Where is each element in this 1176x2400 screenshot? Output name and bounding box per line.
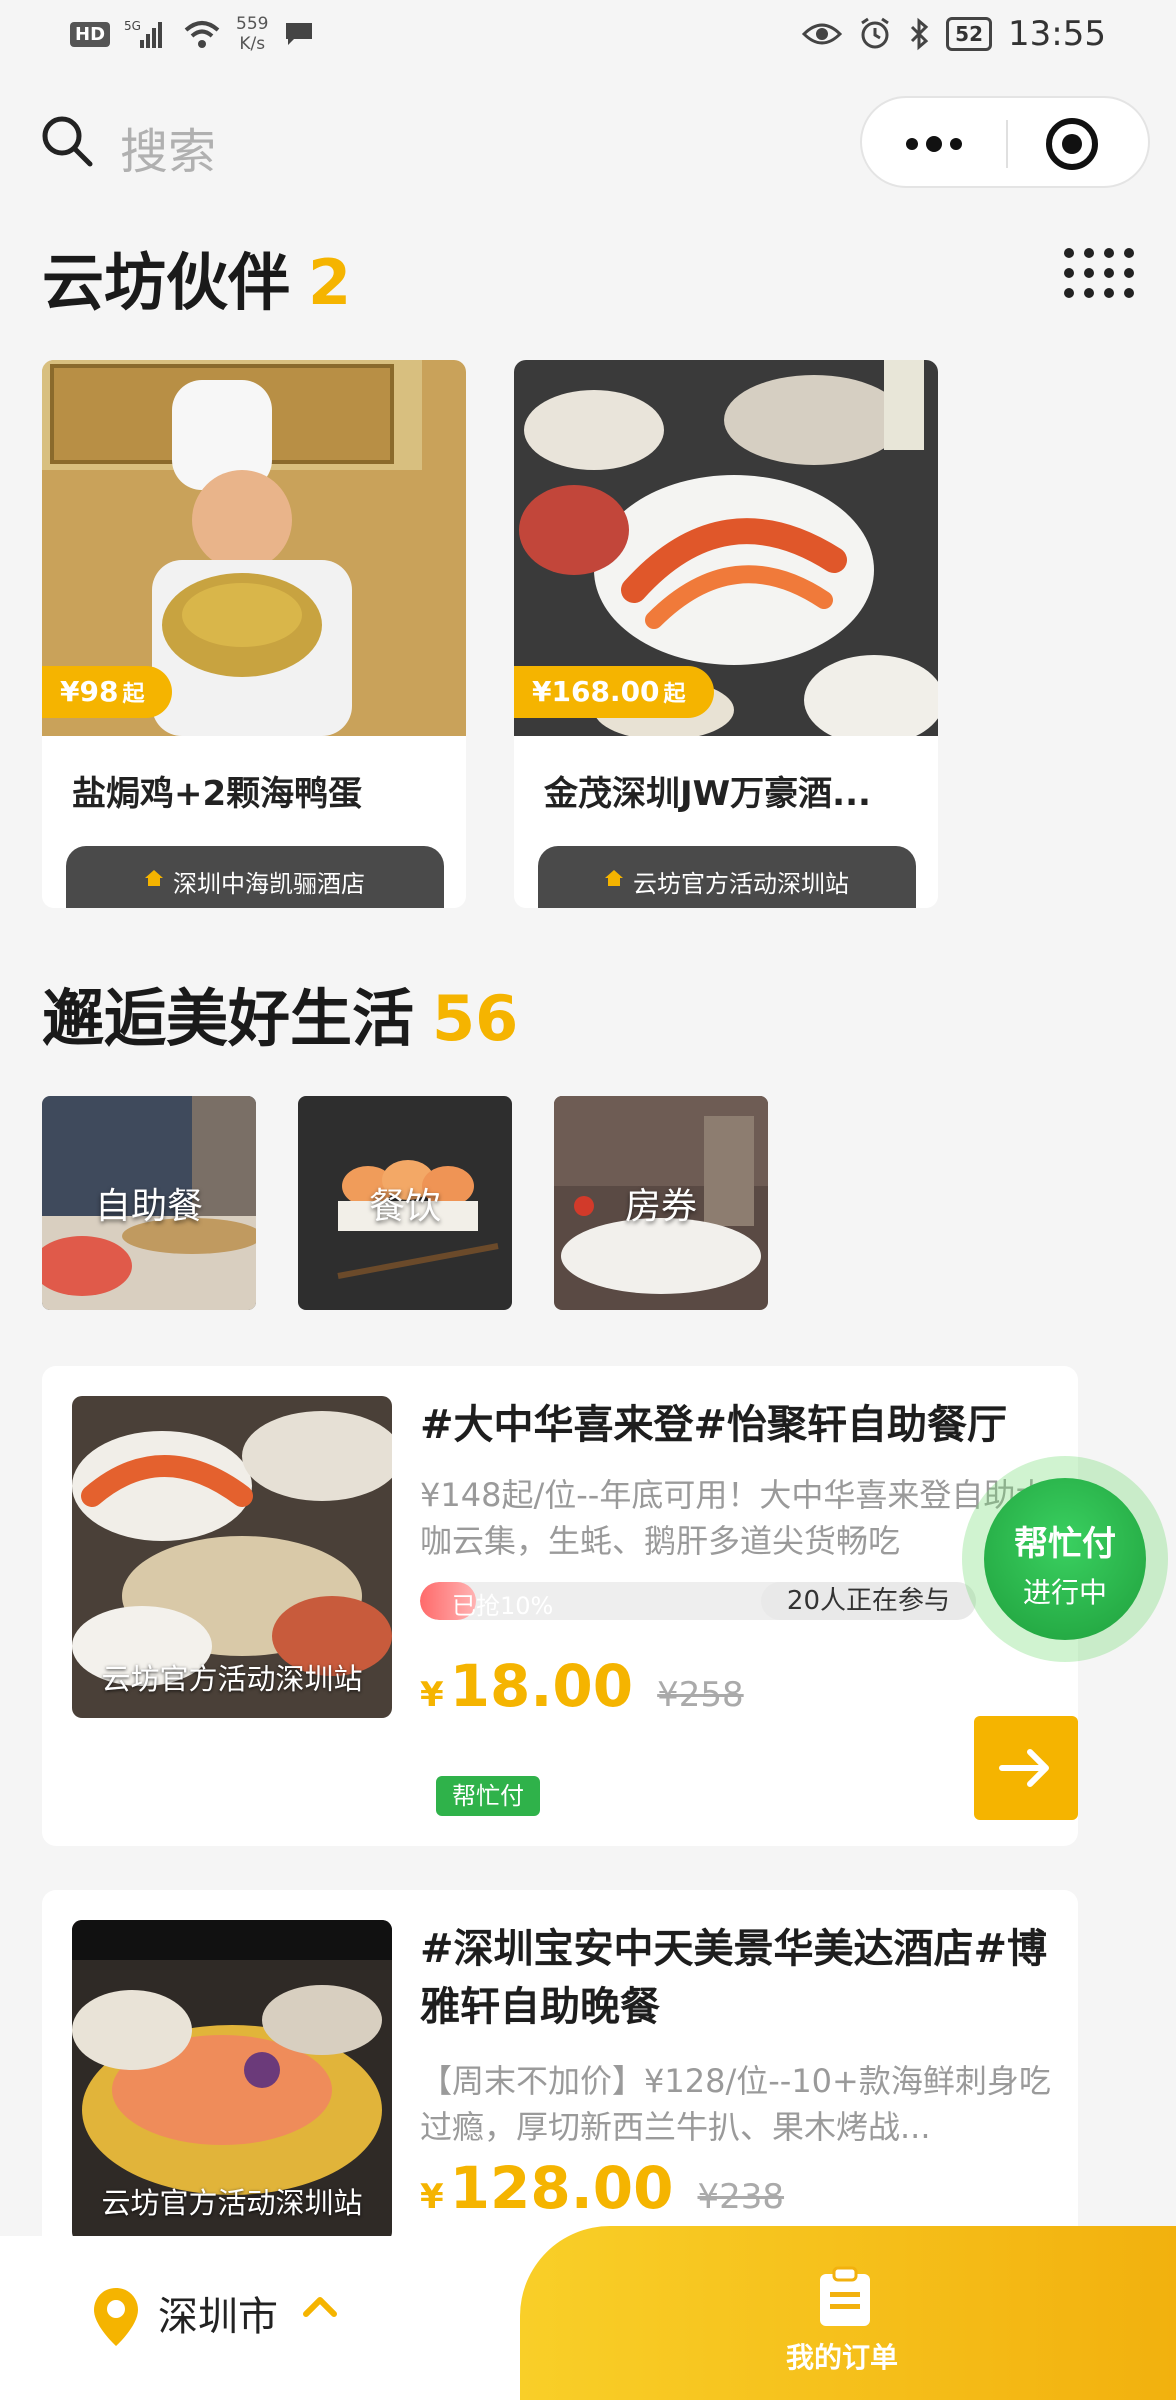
store-badge[interactable]: 深圳中海凯骊酒店 <box>66 846 444 908</box>
help-pay-inner: 帮忙付 进行中 <box>984 1478 1146 1640</box>
signal-icon: 5G <box>124 19 163 48</box>
category-tile[interactable]: 餐饮 <box>298 1096 512 1310</box>
price-suffix: 起 <box>122 682 145 707</box>
life-title-text: 邂逅美好生活 <box>42 982 415 1055</box>
currency-symbol: ¥ <box>420 1675 444 1715</box>
my-orders-button[interactable]: 我的订单 <box>520 2226 1176 2400</box>
current-price: ¥128.00 <box>420 2154 674 2222</box>
category-label: 房券 <box>624 1186 697 1227</box>
progress-bar: 已抢10% 20人正在参与 <box>420 1582 976 1620</box>
price-amount: 18.00 <box>449 1652 634 1720</box>
network-type: 5G <box>124 19 141 33</box>
deal-image-caption: 云坊官方活动深圳站 <box>101 1662 363 1696</box>
deal-title: #大中华喜来登#怡聚轩自助餐厅 <box>420 1402 1008 1448</box>
life-count: 56 <box>432 982 519 1055</box>
battery-indicator: 52 <box>946 17 993 51</box>
help-pay-tag: 帮忙付 <box>436 1776 540 1816</box>
arrow-right-icon <box>999 1749 1049 1787</box>
location-pin-icon <box>94 2288 138 2346</box>
clipboard-icon <box>820 2266 870 2326</box>
price-tag: ¥98 起 <box>42 666 173 718</box>
life-title: 邂逅美好生活 56 <box>42 968 518 1058</box>
clock: 13:55 <box>1008 14 1106 54</box>
city-selector[interactable]: 深圳市 <box>158 2284 278 2342</box>
deal-image-caption: 云坊官方活动深圳站 <box>101 2186 363 2220</box>
price-value: ¥98 <box>60 675 119 708</box>
alarm-icon <box>861 17 890 49</box>
deal-desc: 【周末不加价】¥128/位--10+款海鲜刺身吃过瘾，厚切新西兰牛扒、果木烤战.… <box>420 2062 1051 2146</box>
status-right: 52 13:55 <box>802 14 1106 54</box>
wifi-icon <box>184 21 220 48</box>
current-price: ¥18.00 <box>420 1652 633 1720</box>
help-pay-floating-button[interactable]: 帮忙付 进行中 <box>962 1456 1168 1662</box>
deal-card[interactable]: 云坊官方活动深圳站 #大中华喜来登#怡聚轩自助餐厅 ¥148起/位--年底可用！… <box>42 1366 1078 1846</box>
net-speed: 559 K/s <box>236 14 268 54</box>
search-input[interactable]: 搜索 <box>120 112 216 182</box>
miniapp-capsule <box>860 96 1150 188</box>
net-speed-value: 559 <box>236 14 269 34</box>
deal-image: 云坊官方活动深圳站 <box>72 1920 392 2242</box>
eye-icon <box>802 23 843 45</box>
my-orders-label: 我的订单 <box>786 2341 899 2374</box>
net-speed-unit: K/s <box>239 34 266 54</box>
currency-symbol: ¥ <box>420 2177 444 2217</box>
close-miniapp-icon[interactable] <box>1046 118 1098 170</box>
price-amount: 128.00 <box>449 2154 674 2222</box>
partner-card[interactable]: ¥98 起 盐焗鸡+2颗海鸭蛋 深圳中海凯骊酒店 <box>42 360 466 908</box>
deal-image: 云坊官方活动深圳站 <box>72 1396 392 1718</box>
price-value: ¥168.00 <box>532 675 660 708</box>
help-pay-status: 进行中 <box>1022 1576 1107 1609</box>
store-badge[interactable]: 云坊官方活动深圳站 <box>538 846 916 908</box>
status-bar: HD 5G 559 K/s 52 13:55 <box>0 0 1176 72</box>
search-row: 搜索 <box>40 96 1150 188</box>
chevron-up-icon[interactable] <box>302 2294 338 2318</box>
message-icon <box>286 23 313 45</box>
store-name: 云坊官方活动深圳站 <box>633 870 849 898</box>
original-price: ¥258 <box>657 1675 744 1715</box>
partners-title-text: 云坊伙伴 <box>42 246 291 319</box>
store-icon <box>605 870 623 886</box>
status-left: HD 5G 559 K/s <box>70 14 316 54</box>
progress-label: 已抢10% <box>452 1592 554 1620</box>
participants-count: 20人正在参与 <box>760 1582 976 1620</box>
help-pay-title: 帮忙付 <box>1014 1524 1116 1564</box>
go-button[interactable] <box>974 1716 1078 1820</box>
partner-item-name: 盐焗鸡+2颗海鸭蛋 <box>72 774 363 814</box>
grid-menu-icon[interactable] <box>1064 248 1134 304</box>
original-price: ¥238 <box>697 2177 785 2217</box>
partners-count: 2 <box>308 246 352 319</box>
category-label: 餐饮 <box>368 1186 441 1227</box>
category-tile[interactable]: 自助餐 <box>42 1096 256 1310</box>
price-suffix: 起 <box>663 682 686 707</box>
partner-item-name: 金茂深圳JW万豪酒... <box>544 774 871 814</box>
search-icon[interactable] <box>40 114 94 168</box>
store-icon <box>145 870 163 886</box>
more-icon[interactable] <box>862 98 1006 190</box>
partner-card[interactable]: ¥168.00 起 金茂深圳JW万豪酒... 云坊官方活动深圳站 <box>514 360 938 908</box>
store-name: 深圳中海凯骊酒店 <box>173 870 365 898</box>
partners-title: 云坊伙伴 2 <box>42 232 351 322</box>
deal-title: #深圳宝安中天美景华美达酒店#博雅轩自助晚餐 <box>420 1926 1048 2030</box>
category-tile[interactable]: 房券 <box>554 1096 768 1310</box>
capsule-divider <box>1006 120 1008 168</box>
price-row: ¥128.00 ¥238 <box>420 2154 784 2222</box>
category-label: 自助餐 <box>94 1186 203 1227</box>
price-tag: ¥168.00 起 <box>514 666 714 718</box>
bluetooth-icon <box>911 17 929 51</box>
price-row: ¥18.00 ¥258 <box>420 1652 744 1720</box>
hd-badge: HD <box>70 21 111 47</box>
